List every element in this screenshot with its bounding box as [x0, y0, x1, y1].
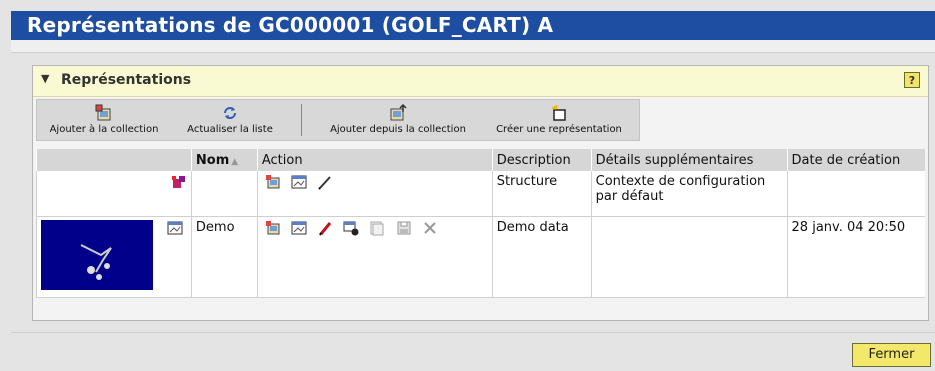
panel-header[interactable]: ▼ Représentations ?	[33, 66, 928, 97]
help-icon[interactable]: ?	[904, 72, 920, 88]
view-icon[interactable]	[288, 220, 310, 240]
representations-table: Nom ▲ Action Description Détails suppléme…	[36, 149, 925, 298]
name-cell	[190, 171, 258, 217]
save-icon	[393, 220, 415, 240]
created-cell: 28 janv. 04 20:50	[786, 216, 925, 298]
refresh-list-button[interactable]: Actualiser la liste	[176, 104, 284, 135]
table-row[interactable]: Structure Contexte de configuration par …	[36, 171, 925, 217]
toolbar: Ajouter à la collection Actualiser la li…	[36, 99, 640, 141]
representations-panel: ▼ Représentations ? Ajouter à la collect…	[32, 65, 929, 321]
panel-title: Représentations	[61, 72, 192, 88]
action-cell	[256, 171, 493, 217]
thumbnail-column-header	[36, 149, 192, 171]
description-column-header[interactable]: Description	[491, 149, 592, 171]
create-representation-button[interactable]: Créer une représentation	[484, 104, 634, 135]
action-cell	[256, 216, 493, 298]
name-column-header[interactable]: Nom ▲	[190, 149, 258, 171]
create-representation-icon	[551, 104, 566, 121]
golf-cart-thumbnail[interactable]	[41, 219, 153, 290]
details-cell	[590, 216, 788, 298]
thumbnail-cell	[36, 171, 192, 217]
table-row[interactable]: Demo Demo data 28 janv. 04 20:50	[36, 216, 925, 298]
details-column-header[interactable]: Détails supplémentaires	[590, 149, 788, 171]
toolbar-separator	[301, 104, 302, 136]
add-to-collection-icon[interactable]	[262, 220, 284, 240]
structure-icon	[171, 176, 185, 188]
representation-icon	[167, 221, 183, 234]
collapse-triangle-icon[interactable]: ▼	[41, 72, 49, 85]
created-column-header[interactable]: Date de création	[786, 149, 925, 171]
refresh-icon	[224, 107, 236, 119]
set-default-icon[interactable]	[340, 220, 362, 240]
details-cell: Contexte de configuration par défaut	[590, 171, 788, 217]
bottom-separator	[11, 332, 935, 333]
action-column-header[interactable]: Action	[256, 149, 493, 171]
window-title: Représentations de GC000001 (GOLF_CART) …	[27, 13, 554, 37]
name-cell: Demo	[190, 216, 258, 298]
window-title-bar: Représentations de GC000001 (GOLF_CART) …	[11, 11, 935, 40]
add-from-collection-button[interactable]: Ajouter depuis la collection	[317, 104, 479, 135]
sort-ascending-icon: ▲	[231, 156, 239, 167]
add-to-collection-button[interactable]: Ajouter à la collection	[39, 104, 169, 135]
description-cell: Structure	[491, 171, 592, 217]
copy-icon	[366, 220, 388, 240]
edit-pencil-icon[interactable]	[314, 220, 336, 240]
table-header-row: Nom ▲ Action Description Détails suppléme…	[36, 149, 925, 171]
view-icon[interactable]	[288, 174, 310, 194]
add-from-collection-icon	[390, 104, 407, 121]
add-to-collection-icon	[95, 104, 111, 121]
top-strip	[11, 40, 935, 53]
golf-cart-image	[80, 243, 112, 280]
created-cell	[786, 171, 925, 217]
delete-icon	[419, 220, 441, 240]
add-to-collection-icon[interactable]	[262, 174, 284, 194]
thumbnail-cell	[36, 216, 192, 298]
close-button[interactable]: Fermer	[852, 343, 931, 367]
description-cell: Demo data	[491, 216, 592, 298]
edit-pencil-icon[interactable]	[314, 174, 336, 194]
